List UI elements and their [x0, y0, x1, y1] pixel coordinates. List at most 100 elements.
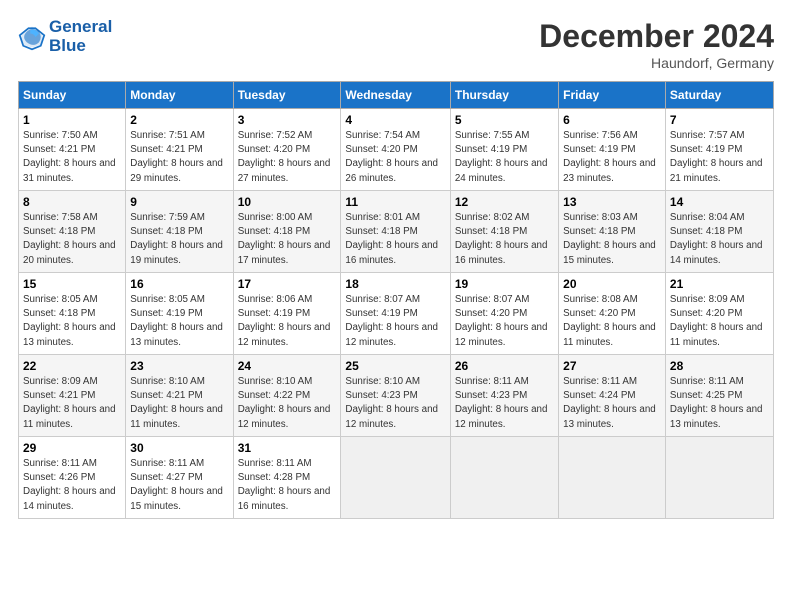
day-number: 26: [455, 359, 554, 373]
day-number: 27: [563, 359, 661, 373]
calendar-cell: 26 Sunrise: 8:11 AMSunset: 4:23 PMDaylig…: [450, 355, 558, 437]
calendar-cell: 6 Sunrise: 7:56 AMSunset: 4:19 PMDayligh…: [559, 109, 666, 191]
calendar-cell: 21 Sunrise: 8:09 AMSunset: 4:20 PMDaylig…: [665, 273, 773, 355]
calendar-cell: 31 Sunrise: 8:11 AMSunset: 4:28 PMDaylig…: [233, 437, 341, 519]
col-thursday: Thursday: [450, 82, 558, 109]
day-info: Sunrise: 8:10 AMSunset: 4:23 PMDaylight:…: [345, 376, 438, 430]
col-tuesday: Tuesday: [233, 82, 341, 109]
day-info: Sunrise: 8:11 AMSunset: 4:24 PMDaylight:…: [563, 376, 656, 430]
title-block: December 2024 Haundorf, Germany: [539, 18, 774, 71]
day-info: Sunrise: 8:00 AMSunset: 4:18 PMDaylight:…: [238, 212, 331, 266]
day-info: Sunrise: 8:05 AMSunset: 4:18 PMDaylight:…: [23, 294, 116, 348]
calendar-cell: 24 Sunrise: 8:10 AMSunset: 4:22 PMDaylig…: [233, 355, 341, 437]
day-number: 15: [23, 277, 121, 291]
logo-text: General Blue: [49, 18, 112, 55]
calendar-cell: 17 Sunrise: 8:06 AMSunset: 4:19 PMDaylig…: [233, 273, 341, 355]
logo: General Blue: [18, 18, 112, 55]
day-info: Sunrise: 7:54 AMSunset: 4:20 PMDaylight:…: [345, 130, 438, 184]
col-sunday: Sunday: [19, 82, 126, 109]
day-number: 13: [563, 195, 661, 209]
day-number: 14: [670, 195, 769, 209]
calendar-cell: 4 Sunrise: 7:54 AMSunset: 4:20 PMDayligh…: [341, 109, 450, 191]
day-number: 10: [238, 195, 337, 209]
calendar-cell: 5 Sunrise: 7:55 AMSunset: 4:19 PMDayligh…: [450, 109, 558, 191]
header: General Blue December 2024 Haundorf, Ger…: [18, 18, 774, 71]
calendar-cell: 30 Sunrise: 8:11 AMSunset: 4:27 PMDaylig…: [126, 437, 233, 519]
day-info: Sunrise: 8:07 AMSunset: 4:19 PMDaylight:…: [345, 294, 438, 348]
day-info: Sunrise: 8:08 AMSunset: 4:20 PMDaylight:…: [563, 294, 656, 348]
calendar-cell: 10 Sunrise: 8:00 AMSunset: 4:18 PMDaylig…: [233, 191, 341, 273]
col-wednesday: Wednesday: [341, 82, 450, 109]
day-info: Sunrise: 8:10 AMSunset: 4:21 PMDaylight:…: [130, 376, 223, 430]
day-info: Sunrise: 8:11 AMSunset: 4:23 PMDaylight:…: [455, 376, 548, 430]
day-info: Sunrise: 7:55 AMSunset: 4:19 PMDaylight:…: [455, 130, 548, 184]
calendar-cell: 25 Sunrise: 8:10 AMSunset: 4:23 PMDaylig…: [341, 355, 450, 437]
calendar-cell: 9 Sunrise: 7:59 AMSunset: 4:18 PMDayligh…: [126, 191, 233, 273]
day-number: 20: [563, 277, 661, 291]
header-row: Sunday Monday Tuesday Wednesday Thursday…: [19, 82, 774, 109]
day-info: Sunrise: 8:03 AMSunset: 4:18 PMDaylight:…: [563, 212, 656, 266]
calendar-cell: 15 Sunrise: 8:05 AMSunset: 4:18 PMDaylig…: [19, 273, 126, 355]
day-number: 28: [670, 359, 769, 373]
day-number: 18: [345, 277, 445, 291]
day-info: Sunrise: 8:10 AMSunset: 4:22 PMDaylight:…: [238, 376, 331, 430]
day-info: Sunrise: 7:52 AMSunset: 4:20 PMDaylight:…: [238, 130, 331, 184]
day-info: Sunrise: 7:57 AMSunset: 4:19 PMDaylight:…: [670, 130, 763, 184]
day-info: Sunrise: 7:59 AMSunset: 4:18 PMDaylight:…: [130, 212, 223, 266]
calendar-cell: [341, 437, 450, 519]
calendar-cell: [450, 437, 558, 519]
day-number: 3: [238, 113, 337, 127]
calendar-cell: 16 Sunrise: 8:05 AMSunset: 4:19 PMDaylig…: [126, 273, 233, 355]
day-number: 12: [455, 195, 554, 209]
day-number: 4: [345, 113, 445, 127]
calendar-cell: 19 Sunrise: 8:07 AMSunset: 4:20 PMDaylig…: [450, 273, 558, 355]
calendar-cell: 13 Sunrise: 8:03 AMSunset: 4:18 PMDaylig…: [559, 191, 666, 273]
col-friday: Friday: [559, 82, 666, 109]
day-info: Sunrise: 8:11 AMSunset: 4:26 PMDaylight:…: [23, 458, 116, 512]
col-monday: Monday: [126, 82, 233, 109]
calendar-cell: 2 Sunrise: 7:51 AMSunset: 4:21 PMDayligh…: [126, 109, 233, 191]
calendar-cell: 3 Sunrise: 7:52 AMSunset: 4:20 PMDayligh…: [233, 109, 341, 191]
calendar-cell: 14 Sunrise: 8:04 AMSunset: 4:18 PMDaylig…: [665, 191, 773, 273]
day-number: 9: [130, 195, 228, 209]
day-info: Sunrise: 7:50 AMSunset: 4:21 PMDaylight:…: [23, 130, 116, 184]
calendar-cell: [665, 437, 773, 519]
calendar-cell: [559, 437, 666, 519]
day-info: Sunrise: 8:02 AMSunset: 4:18 PMDaylight:…: [455, 212, 548, 266]
calendar-cell: 8 Sunrise: 7:58 AMSunset: 4:18 PMDayligh…: [19, 191, 126, 273]
day-number: 7: [670, 113, 769, 127]
day-number: 5: [455, 113, 554, 127]
calendar-cell: 20 Sunrise: 8:08 AMSunset: 4:20 PMDaylig…: [559, 273, 666, 355]
day-number: 24: [238, 359, 337, 373]
day-number: 25: [345, 359, 445, 373]
page-container: General Blue December 2024 Haundorf, Ger…: [0, 0, 792, 529]
day-number: 1: [23, 113, 121, 127]
day-number: 2: [130, 113, 228, 127]
calendar-cell: 29 Sunrise: 8:11 AMSunset: 4:26 PMDaylig…: [19, 437, 126, 519]
location-title: Haundorf, Germany: [539, 55, 774, 71]
day-info: Sunrise: 8:09 AMSunset: 4:21 PMDaylight:…: [23, 376, 116, 430]
day-info: Sunrise: 8:09 AMSunset: 4:20 PMDaylight:…: [670, 294, 763, 348]
day-info: Sunrise: 8:01 AMSunset: 4:18 PMDaylight:…: [345, 212, 438, 266]
calendar-cell: 22 Sunrise: 8:09 AMSunset: 4:21 PMDaylig…: [19, 355, 126, 437]
calendar-cell: 28 Sunrise: 8:11 AMSunset: 4:25 PMDaylig…: [665, 355, 773, 437]
day-info: Sunrise: 8:11 AMSunset: 4:25 PMDaylight:…: [670, 376, 763, 430]
day-number: 6: [563, 113, 661, 127]
day-info: Sunrise: 8:11 AMSunset: 4:27 PMDaylight:…: [130, 458, 223, 512]
day-info: Sunrise: 8:07 AMSunset: 4:20 PMDaylight:…: [455, 294, 548, 348]
day-info: Sunrise: 8:04 AMSunset: 4:18 PMDaylight:…: [670, 212, 763, 266]
day-number: 22: [23, 359, 121, 373]
day-number: 31: [238, 441, 337, 455]
day-number: 8: [23, 195, 121, 209]
calendar-cell: 18 Sunrise: 8:07 AMSunset: 4:19 PMDaylig…: [341, 273, 450, 355]
calendar-cell: 7 Sunrise: 7:57 AMSunset: 4:19 PMDayligh…: [665, 109, 773, 191]
calendar-cell: 27 Sunrise: 8:11 AMSunset: 4:24 PMDaylig…: [559, 355, 666, 437]
day-info: Sunrise: 8:11 AMSunset: 4:28 PMDaylight:…: [238, 458, 331, 512]
day-number: 23: [130, 359, 228, 373]
calendar-cell: 23 Sunrise: 8:10 AMSunset: 4:21 PMDaylig…: [126, 355, 233, 437]
day-number: 29: [23, 441, 121, 455]
calendar-table: Sunday Monday Tuesday Wednesday Thursday…: [18, 81, 774, 519]
col-saturday: Saturday: [665, 82, 773, 109]
day-number: 17: [238, 277, 337, 291]
day-number: 16: [130, 277, 228, 291]
